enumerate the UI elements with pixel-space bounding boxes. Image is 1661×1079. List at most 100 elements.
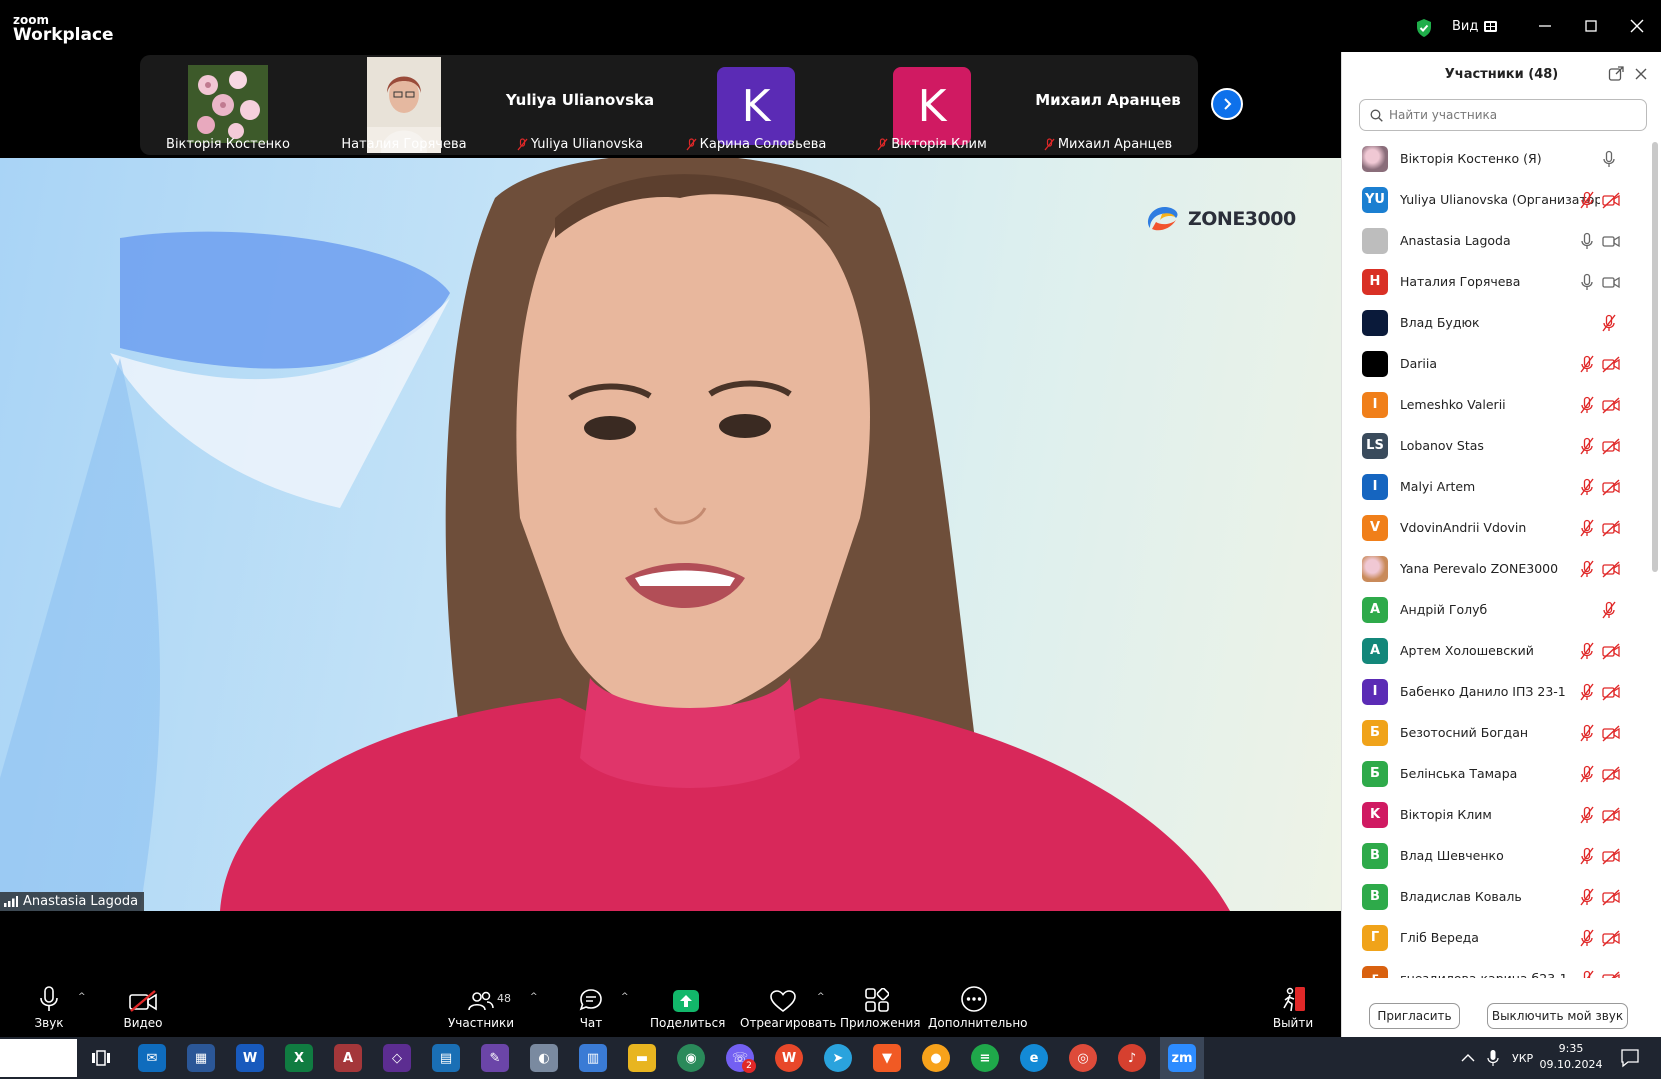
microphone-icon[interactable] [1578,273,1596,291]
participant-row[interactable]: B Влад Шевченко [1342,835,1652,876]
video-off-icon[interactable] [1602,437,1620,455]
security-shield-icon[interactable] [1415,18,1433,38]
participants-button[interactable]: Участники [445,982,517,1037]
mic-muted-icon[interactable] [1578,560,1596,578]
participant-row[interactable]: Б Безотосний Богдан [1342,712,1652,753]
mic-muted-icon[interactable] [1578,970,1596,978]
notification-center-icon[interactable] [1620,1048,1640,1068]
document-app-icon[interactable]: ▥ [579,1044,607,1072]
green-app-icon[interactable]: ≡ [971,1044,999,1072]
word-icon[interactable]: W [236,1044,264,1072]
task-view-icon[interactable] [92,1050,110,1066]
participant-row[interactable]: I Бабенко Данило ІПЗ 23-1 [1342,671,1652,712]
participant-row[interactable]: A Артем Холошевский [1342,630,1652,671]
video-off-icon[interactable] [1602,519,1620,537]
mic-muted-icon[interactable] [1578,724,1596,742]
wps-office-icon[interactable]: W [775,1044,803,1072]
video-off-icon[interactable] [1602,724,1620,742]
participant-row[interactable]: Вікторія Костенко (Я) [1342,138,1652,179]
microphone-icon[interactable] [1600,150,1618,168]
video-off-icon[interactable] [1602,642,1620,660]
main-video[interactable]: ZONE3000 Anastasia Lagoda [0,158,1341,911]
participant-row[interactable]: H Наталия Горячева [1342,261,1652,302]
video-off-icon[interactable] [1602,888,1620,906]
minimize-icon[interactable] [1533,14,1557,38]
mic-muted-icon[interactable] [1578,683,1596,701]
mic-muted-icon[interactable] [1600,601,1618,619]
video-off-icon[interactable] [1602,683,1620,701]
share-button[interactable]: Поделиться [650,982,725,1037]
participant-row[interactable]: YU Yuliya Ulianovska (Организатор) [1342,179,1652,220]
participant-row[interactable]: Anastasia Lagoda [1342,220,1652,261]
gallery-tile[interactable]: Yuliya Ulianovska Yuliya Ulianovska [492,55,668,155]
participant-row[interactable]: A Андрій Голуб [1342,589,1652,630]
chrome-icon[interactable]: ◎ [1069,1044,1097,1072]
invite-button[interactable]: Пригласить [1369,1003,1460,1029]
participant-list-scrollbar[interactable] [1652,142,1658,572]
participant-row[interactable]: г гнездилова карина б23-1 [1342,958,1652,978]
mic-muted-icon[interactable] [1600,314,1618,332]
video-off-icon[interactable] [1602,355,1620,373]
video-off-icon[interactable] [1602,396,1620,414]
gallery-next-button[interactable] [1211,88,1243,120]
participant-row[interactable]: Г Гліб Вереда [1342,917,1652,958]
mic-muted-icon[interactable] [1578,888,1596,906]
video-button[interactable]: Видео [118,982,168,1037]
video-off-icon[interactable] [1602,765,1620,783]
chat-options-chevron-icon[interactable]: ^ [621,992,629,1002]
language-indicator[interactable]: УКР [1512,1037,1533,1079]
participant-row[interactable]: V VdovinAndrii Vdovin [1342,507,1652,548]
chat-button[interactable]: Чат [570,982,612,1037]
participant-row[interactable]: I Lemeshko Valerii [1342,384,1652,425]
mute-me-button[interactable]: Выключить мой звук [1487,1003,1628,1029]
participant-search[interactable] [1359,99,1647,131]
close-icon[interactable] [1625,14,1649,38]
video-camera-icon[interactable] [1602,232,1620,250]
app-window-icon[interactable]: ▤ [432,1044,460,1072]
mic-muted-icon[interactable] [1578,765,1596,783]
gallery-tile[interactable]: Наталия Горячева [316,55,492,155]
excel-icon[interactable]: X [285,1044,313,1072]
gallery-tile[interactable]: K Вікторія Клим [844,55,1020,155]
participants-options-chevron-icon[interactable]: ^ [530,992,538,1002]
video-off-icon[interactable] [1602,970,1620,978]
red-app-icon[interactable]: ♪ [1118,1044,1146,1072]
feather-app-icon[interactable]: ✎ [481,1044,509,1072]
tray-microphone-icon[interactable] [1487,1049,1499,1067]
mic-muted-icon[interactable] [1578,396,1596,414]
microphone-icon[interactable] [1578,232,1596,250]
edge-icon[interactable]: e [1020,1044,1048,1072]
more-button[interactable]: Дополнительно [928,982,1028,1037]
access-icon[interactable]: A [334,1044,362,1072]
zoom-icon[interactable]: zm [1168,1044,1196,1072]
mic-muted-icon[interactable] [1578,478,1596,496]
mic-muted-icon[interactable] [1578,929,1596,947]
mic-muted-icon[interactable] [1578,806,1596,824]
gallery-tile[interactable]: Вікторія Костенко [140,55,316,155]
taskbar-search-box[interactable] [0,1039,77,1077]
pop-out-icon[interactable] [1608,66,1624,82]
leave-button[interactable]: Выйти [1268,982,1318,1037]
visual-studio-icon[interactable]: ◇ [383,1044,411,1072]
participant-row[interactable]: I Malyi Artem [1342,466,1652,507]
mic-muted-icon[interactable] [1578,519,1596,537]
video-off-icon[interactable] [1602,478,1620,496]
maximize-icon[interactable] [1579,14,1603,38]
network-app-icon[interactable]: ◉ [677,1044,705,1072]
tray-chevron-up-icon[interactable] [1461,1053,1475,1063]
react-options-chevron-icon[interactable]: ^ [817,992,825,1002]
video-off-icon[interactable] [1602,847,1620,865]
video-camera-icon[interactable] [1602,273,1620,291]
video-off-icon[interactable] [1602,929,1620,947]
vpn-app-icon[interactable]: ● [922,1044,950,1072]
mic-muted-icon[interactable] [1578,191,1596,209]
telegram-icon[interactable]: ➤ [824,1044,852,1072]
file-explorer-icon[interactable]: ▬ [628,1044,656,1072]
gallery-tile[interactable]: K Карина Соловьева [668,55,844,155]
paint-icon[interactable]: ◐ [530,1044,558,1072]
participant-row[interactable]: B Владислав Коваль [1342,876,1652,917]
close-panel-icon[interactable] [1633,66,1649,82]
participant-search-input[interactable] [1389,108,1629,122]
video-off-icon[interactable] [1602,191,1620,209]
participant-row[interactable]: LS Lobanov Stas [1342,425,1652,466]
